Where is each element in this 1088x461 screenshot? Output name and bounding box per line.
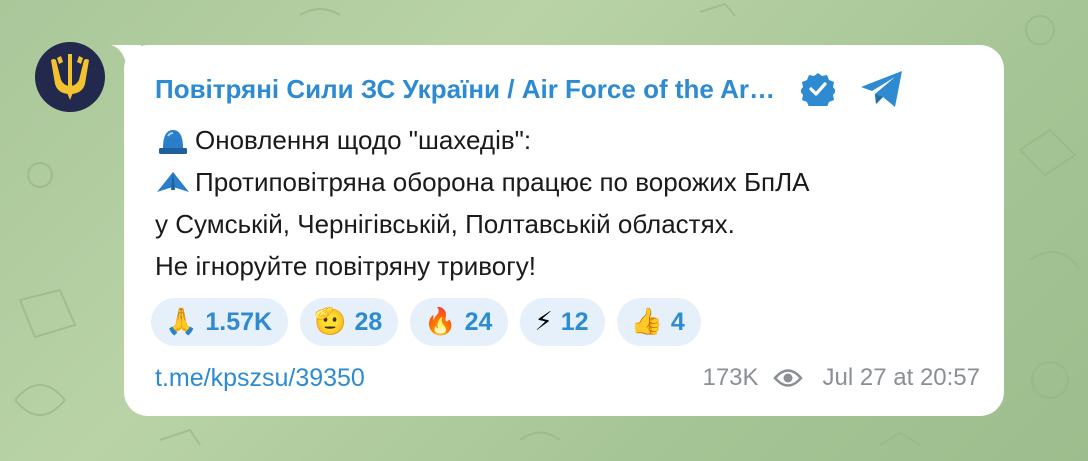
message-bubble: Повітряні Сили ЗС України / Air Force of…	[124, 45, 1004, 416]
channel-avatar[interactable]	[35, 42, 105, 112]
eye-icon	[772, 369, 803, 387]
message-header: Повітряні Сили ЗС України / Air Force of…	[155, 71, 985, 107]
reaction-count: 4	[670, 307, 685, 336]
message-footer: t.me/kpszsu/39350 173K Jul 27 at 20:57	[155, 363, 980, 393]
reaction-count: 24	[464, 307, 493, 336]
reactions-row: 🙏 1.57K 🫡 28 🔥 24 ⚡ 12 👍 4	[151, 298, 701, 346]
verified-badge-icon	[801, 73, 835, 106]
reaction-lightning[interactable]: ⚡ 12	[520, 298, 605, 346]
drone-emoji	[157, 172, 189, 192]
reaction-count: 1.57K	[205, 307, 273, 336]
reaction-fire[interactable]: 🔥 24	[410, 298, 509, 346]
siren-emoji	[159, 130, 187, 154]
thumbs-up-emoji: 👍	[630, 307, 663, 337]
reaction-folded-hands[interactable]: 🙏 1.57K	[151, 298, 289, 346]
saluting-face-emoji: 🫡	[314, 307, 347, 337]
view-count: 173K	[702, 364, 759, 391]
reaction-saluting-face[interactable]: 🫡 28	[300, 298, 399, 346]
message-line: у Сумській, Чернігівській, Полтавській о…	[155, 203, 985, 245]
message-line-text: Оновлення щодо "шахедів":	[195, 125, 532, 155]
message-text: Оновлення щодо "шахедів": Протиповітряна…	[155, 119, 985, 287]
telegram-plane-icon[interactable]	[859, 69, 905, 109]
folded-hands-emoji: 🙏	[165, 307, 198, 337]
message-line-text: у Сумській, Чернігівській, Полтавській о…	[155, 209, 735, 239]
reaction-thumbs-up[interactable]: 👍 4	[616, 298, 701, 346]
message-line-text: Протиповітряна оборона працює по ворожих…	[195, 167, 810, 197]
air-force-trident-logo	[51, 54, 89, 100]
reaction-count: 28	[354, 307, 383, 336]
message-line: Протиповітряна оборона працює по ворожих…	[155, 161, 985, 203]
post-link[interactable]: t.me/kpszsu/39350	[155, 364, 365, 393]
reaction-count: 12	[560, 307, 589, 336]
channel-name[interactable]: Повітряні Сили ЗС України / Air Force of…	[155, 74, 775, 105]
message-line: Оновлення щодо "шахедів":	[155, 119, 985, 161]
fire-emoji: 🔥	[424, 307, 457, 337]
message-date: Jul 27 at 20:57	[822, 364, 980, 391]
message-line-text: Не ігноруйте повітряну тривогу!	[155, 251, 536, 281]
message-meta: 173K Jul 27 at 20:57	[702, 364, 980, 392]
message-line: Не ігноруйте повітряну тривогу!	[155, 245, 985, 287]
lightning-emoji: ⚡	[534, 307, 553, 337]
